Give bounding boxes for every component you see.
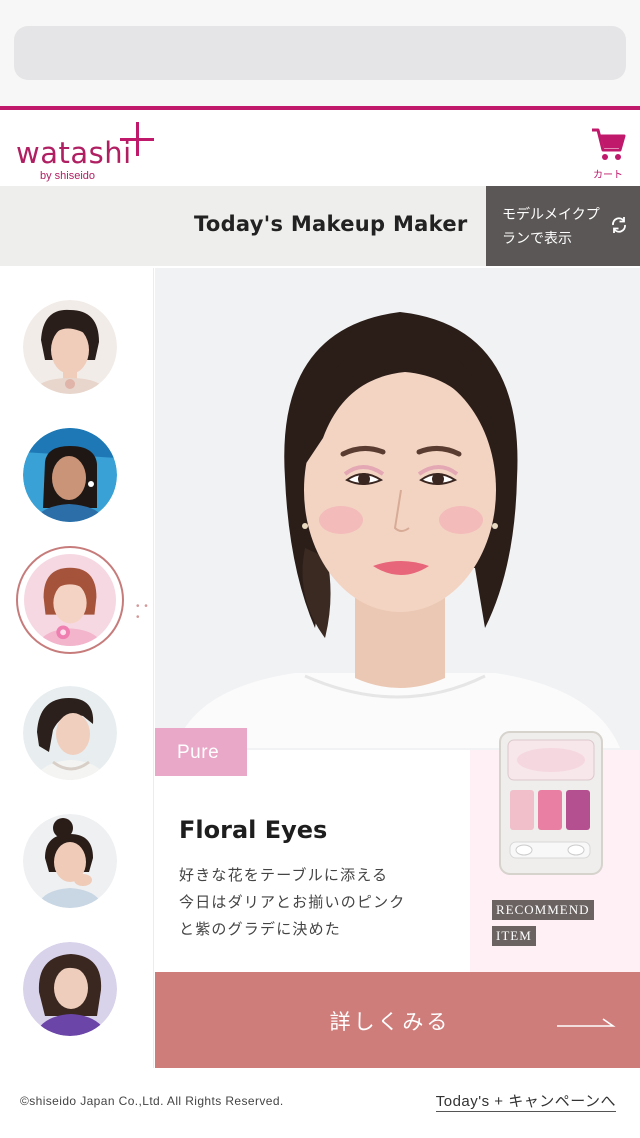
model-portrait-thumb: [23, 686, 117, 780]
model-portrait-thumb: [23, 300, 117, 394]
site-header: watashi by shiseido カート: [0, 106, 640, 186]
look-category-tag: Pure: [155, 728, 247, 776]
page-title: Today's Makeup Maker: [194, 212, 468, 236]
model-portrait-thumb: [24, 554, 116, 646]
model-avatar-5[interactable]: [23, 814, 117, 908]
address-bar[interactable]: [14, 26, 626, 80]
cart-label: カート: [593, 170, 623, 181]
swatch-1: [510, 790, 534, 830]
model-portrait-thumb: [23, 814, 117, 908]
logo-subtitle: by shiseido: [40, 170, 96, 182]
copyright-text: ©shiseido Japan Co.,Ltd. All Rights Rese…: [20, 1094, 284, 1108]
model-avatar-3-selected[interactable]: [16, 546, 124, 654]
model-plan-label: モデルメイクプランで表示: [502, 206, 600, 246]
description-line-3: と紫のグラデに決めた: [179, 921, 342, 938]
makeup-stage: Floral Eyes 好きな花をテーブルに添える 今日はダリアとお揃いのピンク…: [155, 268, 640, 1068]
recommend-item-panel[interactable]: RECOMMEND ITEM: [470, 731, 640, 972]
swatch-2: [538, 790, 562, 830]
model-portrait: [155, 268, 640, 748]
model-avatar-4[interactable]: [23, 686, 117, 780]
model-avatar-1[interactable]: [23, 300, 117, 394]
eyeshadow-palette-image: [499, 731, 603, 875]
logo-plus-icon: [120, 122, 154, 156]
arrow-right-icon: [557, 1018, 616, 1027]
description-line-2: 今日はダリアとお揃いのピンク: [179, 894, 406, 911]
model-sidebar: • • •: [0, 268, 154, 1068]
view-details-button[interactable]: 詳しくみる: [155, 972, 640, 1068]
swatch-3: [566, 790, 590, 830]
look-title: Floral Eyes: [179, 816, 328, 844]
logo-wordmark: watashi: [16, 136, 132, 170]
look-info-card: Floral Eyes 好きな花をテーブルに添える 今日はダリアとお揃いのピンク…: [155, 750, 470, 972]
site-footer: ©shiseido Japan Co.,Ltd. All Rights Rese…: [0, 1068, 640, 1138]
view-details-label: 詳しくみる: [329, 1011, 451, 1034]
description-line-1: 好きな花をテーブルに添える: [179, 867, 389, 884]
model-portrait-thumb: [23, 428, 117, 522]
cart-button[interactable]: カート: [588, 126, 628, 181]
model-portrait-thumb: [23, 942, 117, 1036]
model-avatar-6[interactable]: [23, 942, 117, 1036]
recommend-label: RECOMMEND: [492, 900, 594, 920]
cart-icon: [592, 128, 626, 160]
model-avatar-2[interactable]: [23, 428, 117, 522]
recommend-item-label: ITEM: [492, 926, 536, 946]
selection-connector: • • •: [136, 601, 149, 623]
campaign-link[interactable]: Today's + キャンペーンへ: [435, 1090, 616, 1112]
title-band: Today's Makeup Maker モデルメイクプランで表示: [0, 186, 640, 266]
refresh-icon: [612, 217, 626, 233]
model-plan-toggle-button[interactable]: モデルメイクプランで表示: [486, 186, 640, 266]
watashi-logo[interactable]: watashi by shiseido: [16, 122, 176, 184]
look-description: 好きな花をテーブルに添える 今日はダリアとお揃いのピンク と紫のグラデに決めた: [179, 862, 406, 943]
browser-bar: [0, 0, 640, 106]
